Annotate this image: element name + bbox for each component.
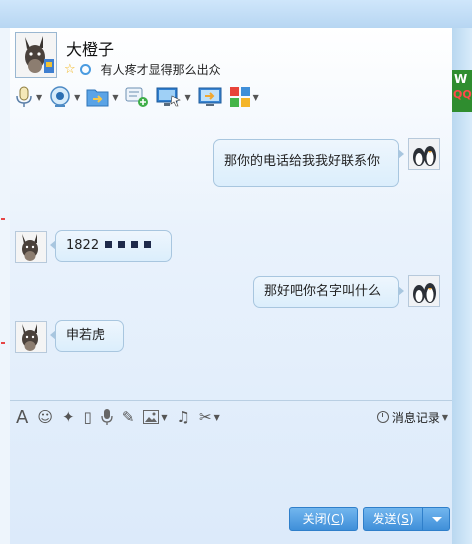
chevron-down-icon[interactable]: ▼ (442, 413, 448, 422)
contact-avatar-small[interactable] (15, 321, 47, 353)
close-button[interactable]: 关闭(C) (289, 507, 358, 531)
penguin-avatar-icon (409, 276, 439, 306)
font-icon[interactable]: A (16, 407, 28, 428)
contact-status-line: ☆ 有人疼才显得那么出众 (64, 60, 221, 78)
music-icon[interactable]: ♫ (177, 407, 190, 427)
contact-avatar-small[interactable] (15, 231, 47, 263)
magic-wand-icon[interactable]: ✦ (62, 407, 75, 427)
side-ad-badge[interactable]: W QQ (452, 70, 472, 112)
penguin-avatar-icon (409, 139, 439, 169)
webcam-icon (50, 86, 70, 107)
redaction-mark (118, 241, 126, 248)
close-label-suffix: ) (339, 512, 345, 526)
side-ad-line2: QQ (453, 88, 472, 101)
qq-status-icon[interactable] (79, 63, 91, 75)
video-call-button[interactable]: ▼ (48, 84, 80, 110)
window-top-strip (0, 0, 472, 28)
side-ad-line1: W (454, 72, 468, 86)
donkey-avatar-icon (16, 232, 46, 262)
send-options-dropdown[interactable] (422, 507, 450, 531)
message-text: 申若虎 (66, 328, 106, 343)
message-text: 那好吧你名字叫什么 (264, 284, 382, 299)
input-toolbar: A ☺ ✦ ▯ ✎ ▼ ♫ ✂ ▼ (16, 406, 220, 428)
edit-icon[interactable]: ✎ (122, 407, 135, 427)
message-input[interactable] (10, 432, 452, 506)
picture-icon (143, 410, 160, 424)
send-file-button[interactable]: ▼ (86, 84, 118, 110)
app-grid-icon (229, 87, 250, 107)
contact-avatar[interactable] (15, 32, 57, 78)
voice-message-icon[interactable] (101, 407, 113, 427)
send-label: 发送( (372, 512, 402, 526)
contact-name[interactable]: 大橙子 (66, 36, 114, 60)
remote-assist-button[interactable]: ▼ (156, 84, 191, 110)
message-bubble-incoming[interactable]: 1822 (50, 230, 172, 262)
screenshot-icon[interactable]: ✂ ▼ (199, 407, 220, 427)
message-bubble-outgoing[interactable]: 那好吧你名字叫什么 (253, 276, 404, 308)
message-bubble-outgoing[interactable]: 那你的电话给我我好联系你 (213, 139, 404, 187)
background-marker (1, 342, 5, 344)
clock-icon (376, 411, 389, 423)
chat-header: 大橙子 ☆ 有人疼才显得那么出众 ▼ ▼ ▼ ▼ ▼ (10, 28, 452, 107)
my-avatar[interactable] (408, 138, 440, 170)
close-shortcut: C (331, 512, 340, 526)
star-icon[interactable]: ☆ (64, 62, 76, 77)
monitor-cursor-icon (156, 87, 182, 107)
message-text: 那你的电话给我我好联系你 (224, 154, 381, 169)
emoji-icon[interactable]: ☺ (37, 407, 53, 427)
history-label: 消息记录 (391, 410, 440, 425)
message-history-button[interactable]: 消息记录 ▼ (376, 406, 448, 428)
chevron-down-icon[interactable]: ▼ (36, 93, 42, 102)
chat-toolbar: ▼ ▼ ▼ ▼ ▼ (14, 84, 265, 110)
folder-icon (86, 89, 109, 107)
chevron-down-icon[interactable]: ▼ (184, 93, 190, 102)
chat-add-icon (125, 87, 149, 107)
message-text: 1822 (66, 238, 100, 253)
redaction-mark (144, 241, 152, 248)
share-screen-button[interactable] (197, 84, 223, 110)
redaction-mark (105, 241, 113, 248)
image-icon[interactable]: ▼ (143, 407, 168, 427)
screen-share-icon (198, 87, 222, 106)
send-label-suffix: ) (408, 512, 414, 526)
message-bubble-incoming[interactable]: 申若虎 (50, 320, 124, 352)
chat-window: 大橙子 ☆ 有人疼才显得那么出众 ▼ ▼ ▼ ▼ ▼ 那你的电话给我我好联系你 … (10, 28, 452, 544)
microphone-icon (16, 86, 32, 107)
add-contact-button[interactable] (124, 84, 150, 110)
contact-signature: 有人疼才显得那么出众 (100, 62, 221, 77)
close-label: 关闭( (302, 512, 332, 526)
redaction-mark (131, 241, 139, 248)
send-button[interactable]: 发送(S) (363, 507, 423, 531)
chevron-down-icon[interactable]: ▼ (253, 93, 259, 102)
voice-call-button[interactable]: ▼ (14, 84, 42, 110)
chevron-down-icon[interactable]: ▼ (161, 413, 167, 422)
message-list: 那你的电话给我我好联系你 1822 那好吧你名字叫什么 申若虎 (10, 114, 452, 398)
send-shortcut: S (401, 512, 409, 526)
donkey-avatar-icon (16, 33, 56, 77)
donkey-avatar-icon (16, 322, 46, 352)
background-marker (1, 218, 5, 220)
my-avatar[interactable] (408, 275, 440, 307)
chevron-down-icon[interactable]: ▼ (214, 413, 220, 422)
apps-button[interactable]: ▼ (229, 84, 259, 110)
chevron-down-icon[interactable]: ▼ (112, 93, 118, 102)
input-divider (10, 400, 452, 401)
microphone-icon (101, 409, 113, 425)
chevron-down-icon[interactable]: ▼ (74, 93, 80, 102)
shake-icon[interactable]: ▯ (84, 407, 92, 427)
